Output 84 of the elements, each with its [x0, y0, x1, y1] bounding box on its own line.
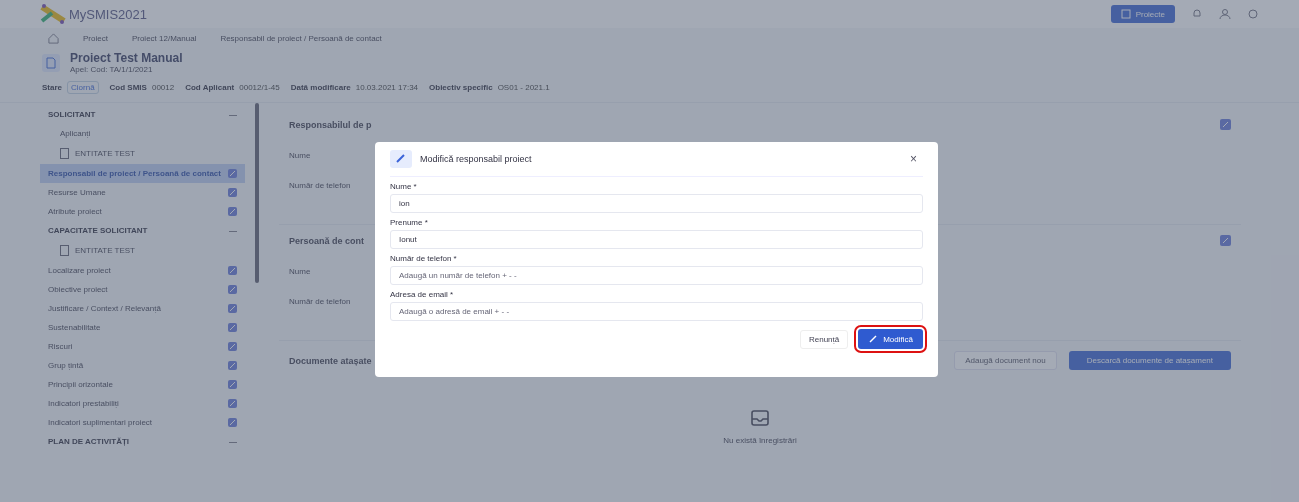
close-button[interactable]: × — [904, 151, 923, 167]
field-label: Nume — [289, 151, 311, 160]
field-label: Număr de telefon * — [390, 254, 458, 263]
edit-icon — [228, 361, 237, 370]
input-field[interactable]: Adaugă un număr de telefon + - - — [390, 266, 923, 285]
notification-icon[interactable] — [1191, 8, 1203, 20]
edit-icon — [228, 188, 237, 197]
edit-icon — [228, 323, 237, 332]
edit-icon[interactable] — [1220, 235, 1231, 246]
sidebar-section[interactable]: PLAN DE ACTIVITĂȚI — [48, 437, 130, 446]
document-icon — [42, 53, 60, 72]
edit-icon — [228, 304, 237, 313]
field-label: Prenume * — [390, 218, 429, 227]
breadcrumb-link[interactable]: Proiect — [83, 34, 108, 43]
sidebar-item[interactable]: Obiective proiect — [40, 280, 245, 299]
sidebar-item[interactable]: Indicatori suplimentari proiect — [40, 413, 245, 432]
field-label: Număr de telefon — [289, 181, 351, 190]
sidebar-item[interactable]: Riscuri — [40, 337, 245, 356]
input-field[interactable]: ion — [390, 194, 923, 213]
info-label: Obiectiv specific — [429, 83, 493, 92]
sidebar-item[interactable]: Resurse Umane — [40, 183, 245, 202]
edit-icon — [868, 334, 879, 344]
download-button[interactable]: Descarcă documente de atașament — [1068, 351, 1231, 370]
edit-icon — [228, 285, 237, 294]
info-value: 10.03.2021 17:34 — [355, 83, 419, 92]
field-label: Număr de telefon — [289, 297, 351, 306]
section-title: Persoană de cont — [289, 235, 365, 246]
projects-button[interactable]: Proiecte — [1110, 5, 1175, 23]
building-icon — [60, 245, 69, 256]
add-document-button[interactable]: Adaugă document nou — [954, 351, 1057, 370]
info-label: Cod SMIS — [109, 83, 147, 92]
edit-icon — [228, 380, 237, 389]
cancel-button[interactable]: Renunță — [799, 329, 849, 349]
info-value: 00012 — [151, 83, 175, 92]
sidebar-item[interactable]: Indicatori prestabiliți — [40, 394, 245, 413]
project-subtitle: Apel: Cod: TA/1/1/2021 — [70, 65, 154, 74]
info-value: 00012/1-45 — [239, 83, 280, 92]
section-title: Responsabilul de p — [289, 119, 372, 130]
info-label: Stare — [42, 83, 62, 92]
app-name: MySMIS2021 — [69, 6, 148, 22]
sidebar-section[interactable]: SOLICITANT — [48, 110, 96, 119]
field-label: Nume — [289, 267, 311, 276]
sidebar-section[interactable]: CAPACITATE SOLICITANT — [48, 226, 148, 235]
breadcrumb-link[interactable]: Proiect 12/Manual — [131, 34, 197, 43]
collapse-toggle[interactable]: — — [229, 437, 237, 446]
empty-inbox-icon — [751, 410, 769, 426]
sidebar-item[interactable]: Principii orizontale — [40, 375, 245, 394]
home-icon[interactable] — [48, 33, 59, 44]
collapse-toggle[interactable]: — — [229, 226, 237, 235]
edit-icon — [228, 207, 237, 216]
edit-icon — [390, 150, 412, 168]
edit-icon — [228, 418, 237, 427]
sidebar-item[interactable]: Aplicanți — [40, 124, 245, 143]
sidebar-item[interactable]: ENTITATE TEST — [75, 149, 135, 158]
info-value: Ciornă — [67, 81, 99, 94]
edit-icon — [228, 169, 237, 178]
edit-icon — [228, 266, 237, 275]
section-title: Documente atașate — [289, 355, 372, 366]
collapse-toggle[interactable]: — — [229, 110, 237, 119]
user-icon[interactable] — [1219, 8, 1231, 20]
sidebar-item[interactable]: Responsabil de proiect / Persoană de contact — [40, 164, 245, 183]
edit-icon[interactable] — [1220, 119, 1231, 130]
field-label: Adresa de email * — [390, 290, 455, 299]
edit-icon — [228, 399, 237, 408]
building-icon — [60, 148, 69, 159]
sidebar-item[interactable]: Localizare proiect — [40, 261, 245, 280]
info-label: Dată modificare — [290, 83, 351, 92]
input-field[interactable]: Adaugă o adresă de email + - - — [390, 302, 923, 321]
empty-message: Nu există înregistrări — [723, 436, 797, 445]
sidebar-item[interactable]: Grup țintă — [40, 356, 245, 375]
edit-icon — [228, 342, 237, 351]
sidebar-item[interactable]: Atribute proiect — [40, 202, 245, 221]
sidebar-item[interactable]: Justificare / Context / Relevanță — [40, 299, 245, 318]
dialog-title: Modifică responsabil proiect — [420, 154, 533, 164]
input-field[interactable]: Ionut — [390, 230, 923, 249]
list-icon — [1120, 9, 1131, 19]
breadcrumb-link[interactable]: Responsabil de proiect / Persoană de contact — [220, 34, 382, 43]
info-value: OS01 - 2021.1 — [497, 83, 550, 92]
field-label: Nume * — [390, 182, 418, 191]
sidebar-item[interactable]: Sustenabilitate — [40, 318, 245, 337]
sidebar-item[interactable]: ENTITATE TEST — [75, 246, 135, 255]
logo-icon — [40, 3, 66, 25]
info-label: Cod Aplicant — [185, 83, 235, 92]
project-title: Proiect Test Manual — [70, 51, 183, 65]
